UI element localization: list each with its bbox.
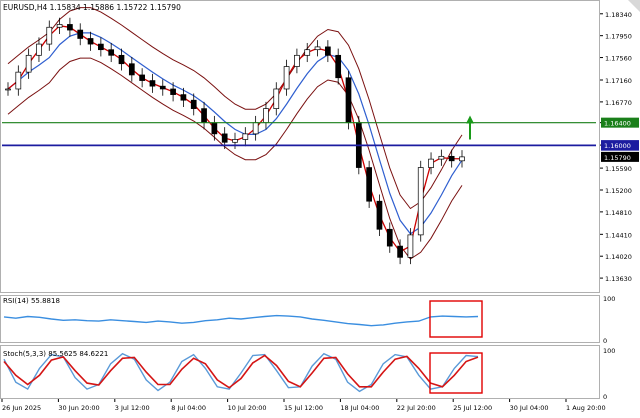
rsi-panel-frame	[0, 295, 600, 343]
candle-body	[87, 38, 94, 45]
candle-body	[428, 158, 434, 168]
price-axis-label: 1.15200	[605, 187, 632, 195]
price-axis-label: 1.14020	[605, 253, 632, 261]
trading-chart-window: 1.18340 1.17950 1.17560 1.17160 1.16770 1.164…	[0, 0, 640, 414]
candle-body	[211, 122, 218, 135]
rsi-title: RSI(14) 55.8818	[3, 297, 60, 305]
candle-body	[314, 46, 321, 51]
candle-body	[149, 80, 156, 87]
candle-body	[170, 88, 176, 95]
candle-body	[417, 167, 424, 236]
candle-body	[438, 155, 445, 160]
candle-body	[386, 228, 393, 247]
time-axis-label: 30 Jun 20:00	[58, 404, 99, 412]
candle-body	[221, 133, 228, 143]
candle-body	[108, 49, 115, 56]
candle-body	[15, 71, 22, 90]
time-axis-label: 22 Jul 20:00	[397, 404, 436, 412]
candle-body	[128, 63, 135, 76]
candle-body	[77, 29, 84, 39]
price-plot	[2, 7, 596, 265]
candle-body	[180, 94, 187, 101]
stoch-title: Stoch(5,3,3) 85.5625 84.6221	[3, 350, 108, 358]
time-axis-label: 26 Jun 2025	[2, 404, 41, 412]
candle-body	[345, 77, 352, 124]
arrow-head	[466, 115, 474, 124]
time-axis-label: 18 Jul 04:00	[340, 404, 379, 412]
candle-body	[366, 167, 372, 202]
rsi-plot	[3, 300, 483, 338]
time-axis-label: 10 Jul 20:00	[228, 404, 267, 412]
stoch-plot	[3, 352, 483, 394]
candle-body	[376, 200, 383, 230]
candle-body	[448, 155, 455, 162]
candle-body	[397, 245, 403, 258]
osc-axis-label: 0	[603, 393, 607, 401]
time-axis-label: 3 Jul 12:00	[115, 404, 150, 412]
candle-body	[294, 54, 300, 67]
candle-body	[263, 108, 269, 124]
osc-axis-label: 100	[603, 295, 615, 303]
time-axis-label: 1 Aug 20:00	[566, 404, 606, 412]
candle-body	[252, 122, 259, 135]
candle-body	[118, 54, 125, 65]
symbol-header: EURUSD,H4 1.15834 1.15886 1.15722 1.1579…	[3, 3, 181, 12]
price-axis-label: 1.14410	[605, 231, 632, 239]
time-axis-label: 8 Jul 04:00	[171, 404, 206, 412]
candle-body	[98, 43, 104, 51]
price-axis-label: 1.17160	[605, 77, 632, 85]
candle-body	[190, 99, 197, 109]
osc-series-line	[3, 352, 479, 393]
level-label: 1.16400	[604, 120, 631, 128]
price-axis-label: 1.16770	[605, 99, 632, 107]
price-axis-label: 1.15590	[605, 165, 632, 173]
time-axis-label: 30 Jul 04:00	[510, 404, 549, 412]
candle-body	[46, 26, 53, 45]
bollinger-lower-line	[7, 57, 463, 260]
level-label: 1.16000	[604, 142, 631, 150]
candle-body	[407, 234, 414, 258]
candle-body	[159, 85, 166, 90]
candle-body	[36, 43, 42, 56]
time-axis-label: 25 Jul 12:00	[453, 404, 492, 412]
candle-body	[283, 66, 290, 90]
chart-canvas[interactable]: 1.18340 1.17950 1.17560 1.17160 1.16770 1.164…	[0, 0, 640, 414]
osc-axis-label: 0	[603, 337, 607, 345]
price-axis-label: 1.13630	[605, 275, 632, 283]
candle-body	[335, 54, 342, 79]
osc-series-line	[3, 314, 479, 327]
price-axis-label: 1.14810	[605, 209, 632, 217]
candle-body	[25, 54, 32, 73]
candle-body	[325, 46, 331, 56]
candle-body	[273, 88, 280, 109]
candle-body	[56, 24, 63, 28]
osc-axis-label: 100	[603, 347, 615, 355]
candle-body	[242, 133, 249, 140]
current-price-label: 1.15790	[604, 154, 631, 162]
rsi-highlight-box	[429, 300, 483, 338]
candle-body	[232, 139, 238, 143]
candle-body	[304, 49, 311, 56]
price-axis-label: 1.17950	[605, 33, 632, 41]
time-axis-label: 15 Jul 12:00	[284, 404, 323, 412]
bollinger-upper-line	[7, 7, 463, 210]
candle-body	[459, 156, 465, 162]
candle-body	[201, 108, 207, 124]
price-axis-label: 1.17560	[605, 55, 632, 63]
candle-body	[139, 74, 145, 81]
candle-body	[67, 24, 73, 31]
price-axis-label: 1.18340	[605, 11, 632, 19]
osc-series-line	[3, 354, 479, 389]
candle-body	[5, 88, 11, 91]
